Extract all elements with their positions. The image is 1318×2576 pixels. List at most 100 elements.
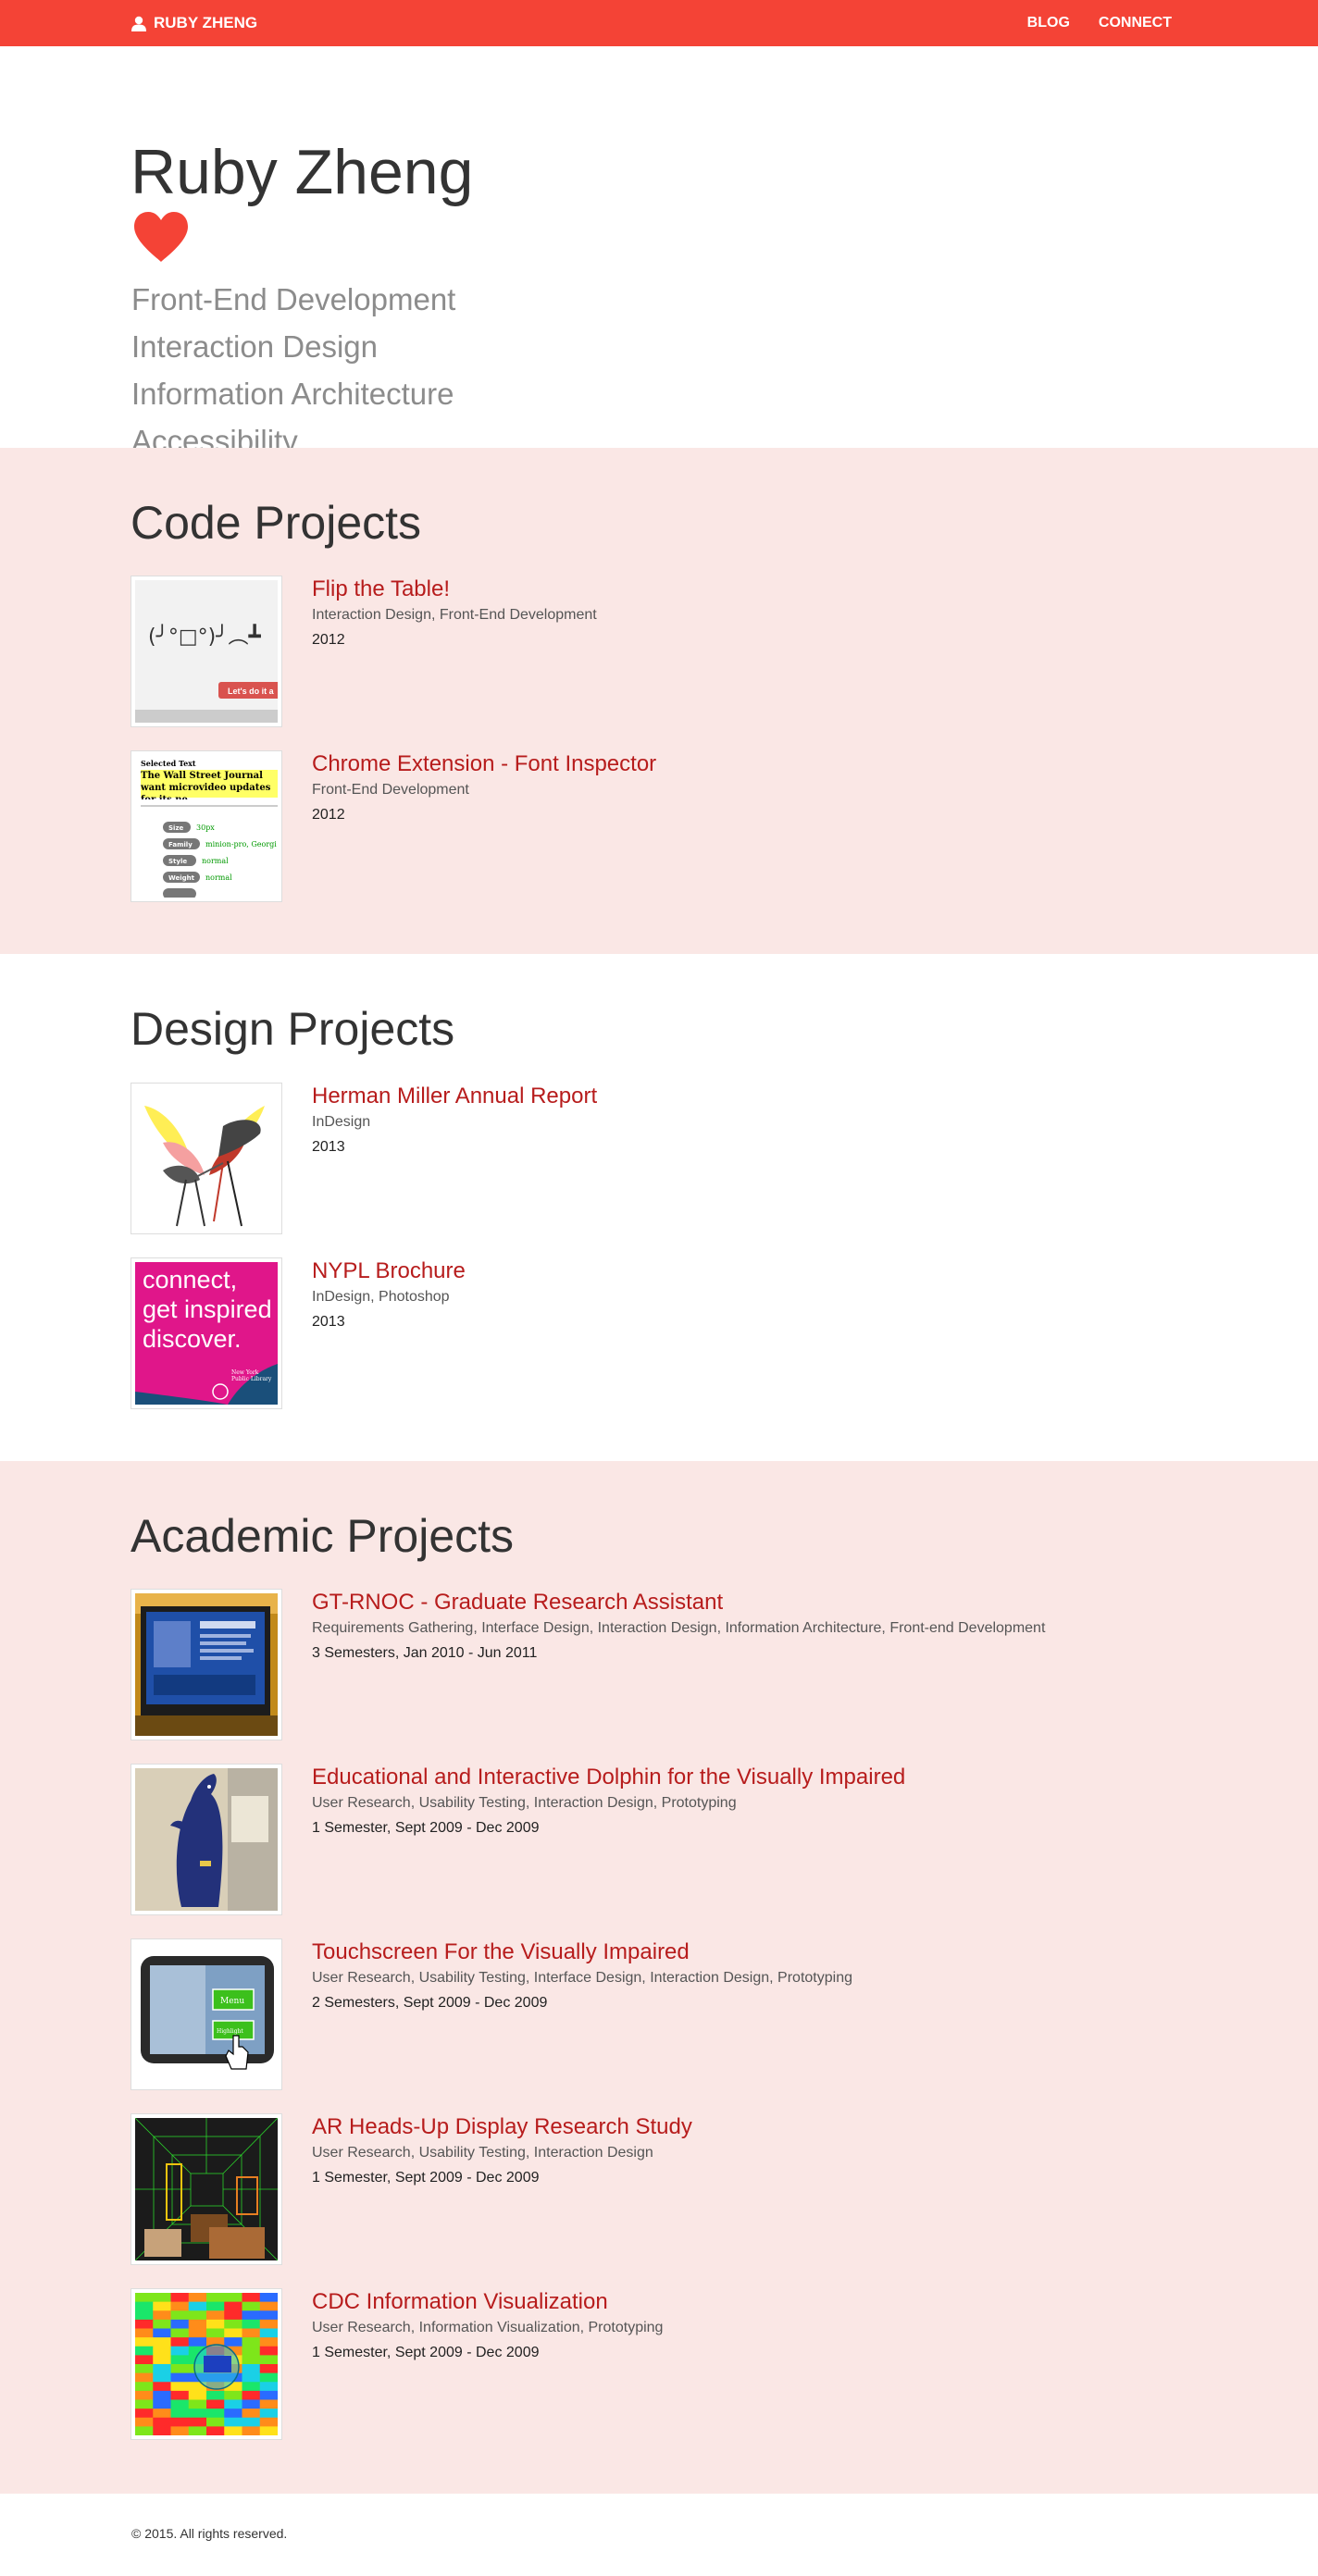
brand-link[interactable]: RUBY ZHENG: [131, 0, 257, 46]
heatmap-cell: [242, 2355, 261, 2365]
heatmap-cell: [206, 2417, 225, 2427]
thumb-prop-value: normal: [202, 857, 229, 865]
thumb-heading: Selected Text: [141, 759, 196, 768]
herman-miller-chair-image: [135, 1087, 278, 1230]
heatmap-cell: [259, 2337, 278, 2347]
nav-links: BLOG CONNECT: [1027, 0, 1172, 46]
heatmap-cell: [153, 2328, 171, 2338]
heatmap-cell: [170, 2293, 190, 2303]
project-title-link[interactable]: Herman Miller Annual Report: [312, 1083, 597, 1110]
brand-label: RUBY ZHENG: [154, 14, 258, 31]
heatmap-cell: [153, 2409, 171, 2419]
heatmap-cell: [135, 2293, 154, 2303]
heatmap-cell: [170, 2328, 190, 2338]
project-title-link[interactable]: CDC Information Visualization: [312, 2288, 608, 2316]
heatmap-cell: [170, 2355, 190, 2365]
project-title-link[interactable]: Chrome Extension - Font Inspector: [312, 750, 656, 778]
project-title-link[interactable]: GT-RNOC - Graduate Research Assistant: [312, 1589, 723, 1616]
project-date: 1 Semester, Sept 2009 - Dec 2009: [312, 2170, 540, 2186]
heatmap-cell: [170, 2372, 190, 2383]
project-thumbnail[interactable]: [131, 1589, 282, 1740]
project-thumbnail[interactable]: Menu Highlight: [131, 1938, 282, 2090]
nav-link-connect[interactable]: CONNECT: [1099, 15, 1172, 31]
heatmap-cell: [135, 2301, 154, 2311]
heatmap-cell: [135, 2390, 154, 2401]
heatmap-cell: [153, 2337, 171, 2347]
project-item: Educational and Interactive Dolphin for …: [131, 1764, 1186, 1917]
project-title-link[interactable]: Educational and Interactive Dolphin for …: [312, 1764, 905, 1791]
thumb-line: connect,: [143, 1266, 237, 1294]
dolphin-model-photo: [135, 1768, 278, 1911]
project-tags: User Research, Information Visualization…: [312, 2320, 664, 2335]
heatmap-cell: [135, 2409, 154, 2419]
project-title-link[interactable]: Touchscreen For the Visually Impaired: [312, 1938, 690, 1966]
heatmap-cell: [259, 2399, 278, 2409]
project-thumbnail[interactable]: [131, 1083, 282, 1234]
heatmap-cell: [153, 2372, 171, 2383]
copyright-text: © 2015. All rights reserved.: [131, 2526, 288, 2541]
heatmap-cell: [224, 2399, 242, 2409]
project-item: Selected Text The Wall Street Journal wa…: [131, 750, 1186, 904]
skill-item: Front-End Development: [131, 282, 456, 316]
project-thumbnail[interactable]: Selected Text The Wall Street Journal wa…: [131, 750, 282, 902]
heatmap-cell: [259, 2328, 278, 2338]
project-item: connect, get inspired discover. New York…: [131, 1257, 1186, 1411]
heatmap-cell: [135, 2346, 154, 2356]
heatmap-cell: [259, 2301, 278, 2311]
heatmap-cell: [135, 2426, 154, 2435]
heatmap-cell: [259, 2364, 278, 2374]
heatmap-cell: [135, 2417, 154, 2427]
project-date: 2012: [312, 632, 345, 648]
project-date: 1 Semester, Sept 2009 - Dec 2009: [312, 1820, 540, 1836]
hero-section: Ruby Zheng Front-End Development Interac…: [0, 46, 1318, 458]
heatmap-cell: [242, 2364, 261, 2374]
thumb-prop-label: Family: [168, 841, 193, 848]
heatmap-cell: [224, 2293, 242, 2303]
heatmap-cell: [224, 2409, 242, 2419]
page-title: Ruby Zheng: [131, 137, 474, 207]
project-title-link[interactable]: NYPL Brochure: [312, 1257, 466, 1285]
heatmap-cell: [153, 2355, 171, 2365]
heatmap-cell: [206, 2399, 225, 2409]
heatmap-cell: [242, 2301, 261, 2311]
project-thumbnail[interactable]: (╯°□°)╯︵┻ Let's do it a: [131, 576, 282, 727]
heatmap-cell: [135, 2355, 154, 2365]
heatmap-cell: [188, 2310, 207, 2321]
heatmap-cell: [224, 2417, 242, 2427]
heatmap-cell: [259, 2409, 278, 2419]
thumb-prop-value: minion-pro, Georgi: [205, 840, 277, 848]
heatmap-cell: [206, 2409, 225, 2419]
heatmap-cell: [188, 2426, 207, 2435]
heatmap-cell: [188, 2409, 207, 2419]
touchscreen-illustration: Menu Highlight: [135, 1943, 278, 2086]
project-thumbnail[interactable]: [131, 2288, 282, 2440]
nav-link-blog[interactable]: BLOG: [1027, 15, 1070, 31]
project-title-link[interactable]: Flip the Table!: [312, 576, 450, 603]
project-thumbnail[interactable]: [131, 2113, 282, 2265]
heatmap-cell: [153, 2390, 171, 2401]
heatmap-cell: [242, 2409, 261, 2419]
heatmap-cell: [259, 2319, 278, 2330]
heatmap-cell: [259, 2293, 278, 2303]
heatmap-cell: [188, 2328, 207, 2338]
project-item: (╯°□°)╯︵┻ Let's do it a Flip the Table! …: [131, 576, 1186, 729]
project-tags: InDesign, Photoshop: [312, 1289, 450, 1305]
project-title-link[interactable]: AR Heads-Up Display Research Study: [312, 2113, 692, 2141]
heatmap-cell: [135, 2364, 154, 2374]
heatmap-cell: [259, 2355, 278, 2365]
heatmap-cell: [242, 2293, 261, 2303]
project-item: AR Heads-Up Display Research Study User …: [131, 2113, 1186, 2267]
section-title: Code Projects: [131, 497, 422, 549]
heatmap-cell: [242, 2382, 261, 2392]
heatmap-cell: [242, 2319, 261, 2330]
academic-projects-section: Academic Projects GT-RNOC - Graduate Res…: [0, 1461, 1318, 2494]
heatmap-cell: [170, 2364, 190, 2374]
project-tags: User Research, Usability Testing, Intera…: [312, 2145, 653, 2161]
thumb-text: (╯°□°)╯︵┻: [148, 624, 261, 649]
heatmap-cell: [206, 2319, 225, 2330]
project-thumbnail[interactable]: [131, 1764, 282, 1915]
heart-icon: [132, 211, 190, 267]
top-navbar: RUBY ZHENG BLOG CONNECT: [0, 0, 1318, 46]
project-thumbnail[interactable]: connect, get inspired discover. New York…: [131, 1257, 282, 1409]
heatmap-cell: [153, 2293, 171, 2303]
